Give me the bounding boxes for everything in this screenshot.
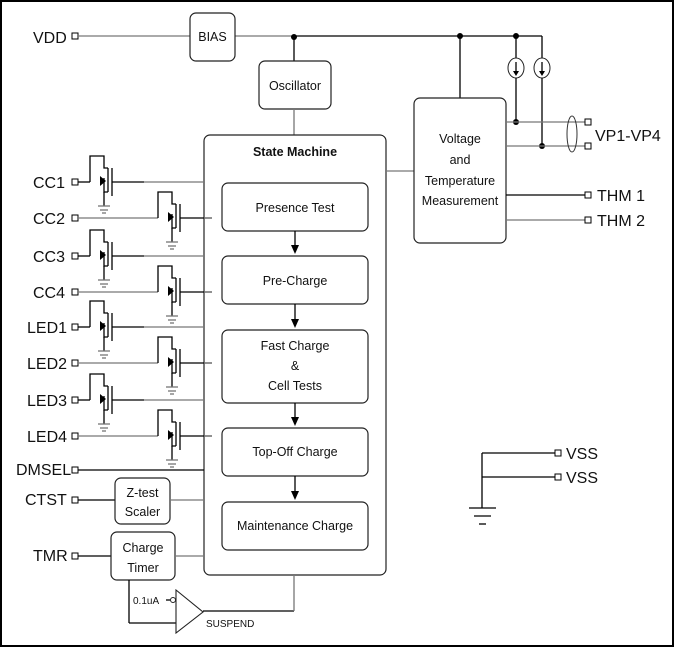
suspend-label: SUSPEND: [206, 619, 254, 630]
oscillator-block: Oscillator: [258, 60, 332, 110]
timer-label: Timer: [127, 561, 158, 575]
bias-label: BIAS: [198, 30, 227, 44]
state-label: Presence Test: [256, 201, 336, 215]
thm2-pin-label: THM 2: [597, 213, 645, 230]
driver-pin-led4: LED4: [27, 409, 212, 468]
ztest-label: Z-test: [127, 486, 159, 500]
transistor-arrow-icon: [100, 176, 106, 186]
vp-pin-label: VP1-VP4: [595, 128, 661, 145]
transistor-arrow-icon: [168, 430, 174, 440]
driver-pin-led1: LED1: [27, 300, 204, 359]
driver-pin-cc4: CC4: [33, 265, 212, 324]
cc1-pin-label: CC1: [33, 175, 65, 192]
timer-label: Charge: [123, 541, 164, 555]
state-label: Pre-Charge: [263, 274, 328, 288]
vdd-pin-label: VDD: [33, 30, 67, 47]
comparator-current-label: 0.1uA: [133, 596, 159, 607]
transistor-arrow-icon: [168, 212, 174, 222]
current-source-2: [533, 57, 551, 149]
tmr-pin-label: TMR: [33, 548, 68, 565]
thm1-pin-label: THM 1: [597, 188, 645, 205]
led2-pin-label: LED2: [27, 356, 67, 373]
thm-pins: THM 1 THM 2: [506, 188, 645, 230]
state-fast-charge: Fast Charge & Cell Tests: [221, 329, 369, 404]
driver-pin-cc2: CC2: [33, 191, 212, 250]
oscillator-label: Oscillator: [269, 79, 321, 93]
transistor-arrow-icon: [100, 394, 106, 404]
ztest-label: Scaler: [125, 505, 160, 519]
state-label: Fast Charge: [261, 339, 330, 353]
diagram-canvas: VDD BIAS Oscillator State Machine Presen…: [0, 0, 674, 647]
charge-timer-block: Charge Timer: [110, 531, 176, 581]
vtm-label: Temperature: [425, 174, 495, 188]
bias-block: BIAS: [189, 12, 236, 62]
led1-pin-label: LED1: [27, 320, 67, 337]
state-pre-charge: Pre-Charge: [221, 255, 369, 305]
block-diagram: VDD BIAS Oscillator State Machine Presen…: [0, 0, 674, 647]
transistor-arrow-icon: [168, 286, 174, 296]
driver-pin-cc1: CC1: [33, 155, 204, 214]
state-label: Maintenance Charge: [237, 519, 353, 533]
ctst-pin: CTST: [25, 492, 115, 509]
dmsel-pin-label: DMSEL: [16, 462, 71, 479]
led4-pin-label: LED4: [27, 429, 67, 446]
driver-pin-cc3: CC3: [33, 229, 204, 288]
vtm-label: Measurement: [422, 194, 499, 208]
tmr-pin: TMR: [33, 548, 111, 565]
driver-pin-led2: LED2: [27, 336, 212, 395]
transistor-arrow-icon: [100, 250, 106, 260]
ctst-pin-label: CTST: [25, 492, 67, 509]
left-pin-group: CC1 CC2 CC3 CC4 LED1 LED2 LED3 LED4: [27, 155, 212, 468]
driver-pin-led3: LED3: [27, 373, 204, 432]
transistor-arrow-icon: [100, 321, 106, 331]
vss1-pin-label: VSS: [566, 446, 598, 463]
state-label: Cell Tests: [268, 379, 322, 393]
vp-pins: VP1-VP4: [506, 115, 661, 153]
cc4-pin-label: CC4: [33, 285, 65, 302]
vdd-rail: VDD: [33, 30, 543, 60]
state-top-off-charge: Top-Off Charge: [221, 427, 369, 477]
cc3-pin-label: CC3: [33, 249, 65, 266]
voltage-temperature-block: Voltage and Temperature Measurement: [413, 97, 507, 244]
current-source-1: [507, 36, 525, 125]
z-test-scaler-block: Z-test Scaler: [114, 477, 171, 525]
vss2-pin-label: VSS: [566, 470, 598, 487]
cc2-pin-label: CC2: [33, 211, 65, 228]
suspend-comparator: 0.1uA SUSPEND: [128, 575, 295, 635]
vss-pins: VSS VSS: [469, 446, 598, 525]
state-machine-title: State Machine: [253, 145, 337, 159]
transistor-arrow-icon: [168, 357, 174, 367]
state-presence-test: Presence Test: [221, 182, 369, 232]
vtm-label: and: [450, 153, 471, 167]
led3-pin-label: LED3: [27, 393, 67, 410]
vdd-pin: [71, 32, 79, 40]
state-label: Top-Off Charge: [252, 445, 337, 459]
state-label: &: [291, 359, 300, 373]
state-maintenance-charge: Maintenance Charge: [221, 501, 369, 551]
state-machine-block: State Machine Presence Test Pre-Charge F…: [203, 134, 387, 576]
vtm-label: Voltage: [439, 132, 481, 146]
